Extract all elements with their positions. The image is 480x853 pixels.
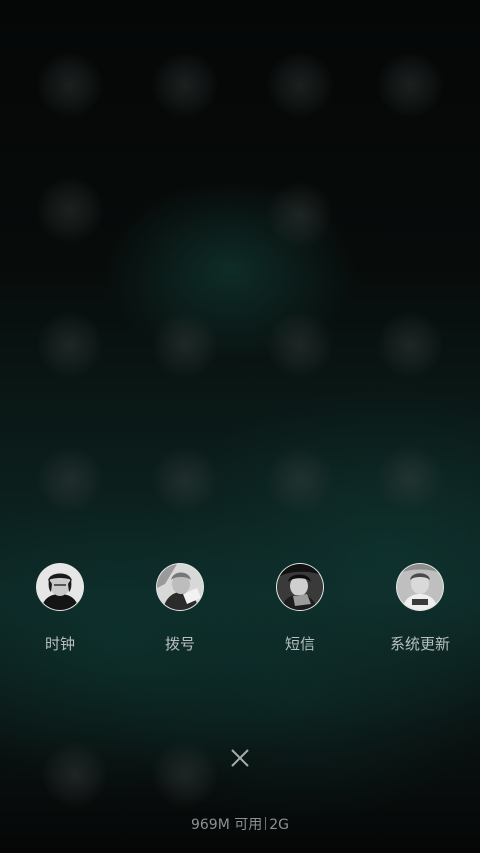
- recent-app-label: 时钟: [44, 635, 75, 653]
- recent-app-label: 拨号: [164, 635, 195, 653]
- recent-app-system-update[interactable]: 系统更新: [365, 562, 475, 653]
- blurred-icon: [37, 447, 103, 513]
- close-x-icon: [231, 749, 249, 767]
- blurred-icon: [37, 177, 103, 243]
- blurred-icon: [377, 312, 443, 378]
- messages-app-icon: [276, 563, 324, 611]
- clear-all-button[interactable]: [222, 740, 258, 776]
- blurred-icon: [152, 447, 218, 513]
- recent-app-clock[interactable]: 时钟: [5, 562, 115, 653]
- recent-tasks-screen: 时钟 拨号 短信 系统更新 969M 可用 2G: [0, 0, 480, 853]
- blurred-icon: [152, 312, 218, 378]
- blurred-icon: [267, 447, 333, 513]
- memory-total: 2G: [269, 817, 290, 833]
- clock-app-icon: [36, 563, 84, 611]
- blurred-icon: [37, 52, 103, 118]
- dialer-app-icon: [156, 563, 204, 611]
- blurred-icon: [267, 182, 333, 248]
- recent-app-dialer[interactable]: 拨号: [125, 562, 235, 653]
- recent-app-label: 短信: [284, 635, 315, 653]
- blurred-icon: [377, 52, 443, 118]
- recent-apps-list: 时钟 拨号 短信 系统更新: [0, 562, 480, 662]
- recent-app-messages[interactable]: 短信: [245, 562, 355, 653]
- blurred-icon: [152, 742, 218, 808]
- memory-separator: [265, 817, 267, 830]
- system-update-app-icon: [396, 563, 444, 611]
- recent-app-label: 系统更新: [389, 635, 450, 653]
- blurred-icon: [37, 312, 103, 378]
- memory-available: 969M 可用: [190, 817, 263, 833]
- blurred-icon: [267, 312, 333, 378]
- blurred-icon: [42, 742, 108, 808]
- blurred-icon: [377, 445, 443, 511]
- blurred-icon: [152, 52, 218, 118]
- blurred-icon: [267, 52, 333, 118]
- memory-info: 969M 可用 2G: [0, 817, 480, 833]
